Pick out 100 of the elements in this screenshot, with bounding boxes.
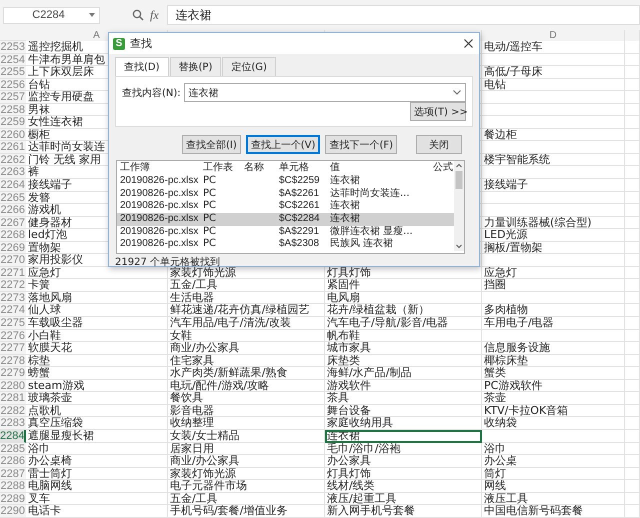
row-header[interactable]: 2287 (0, 468, 26, 480)
row-header[interactable]: 2276 (0, 330, 26, 342)
column-header[interactable]: A (93, 30, 100, 41)
table-cell: 叉车 (26, 492, 168, 506)
table-cell: PC游戏软件 (482, 380, 625, 392)
options-button[interactable]: 选项(T) >> (410, 102, 466, 121)
table-cell: 家庭收纳用具 (325, 417, 482, 430)
tab[interactable]: 定位(G) (222, 57, 276, 76)
dialog-button[interactable]: 关闭 (416, 135, 462, 154)
find-field[interactable]: 连衣裙 (184, 83, 466, 102)
table-cell: 蟹类 (482, 367, 625, 380)
table-cell: LED光源 (482, 229, 625, 242)
row-header[interactable]: 2260 (0, 128, 26, 142)
row-header[interactable]: 2261 (0, 141, 26, 154)
table-cell: 中国电信新号码套餐 (482, 505, 625, 518)
table-cell: 游戏软件 (325, 380, 482, 392)
zoom-icon[interactable] (132, 9, 144, 21)
row-header[interactable]: 2283 (0, 417, 26, 430)
name-box[interactable]: C2284 (3, 6, 100, 24)
table-cell: 棕垫 (26, 354, 168, 368)
close-icon[interactable] (464, 39, 473, 48)
table-cell: 浴巾 (482, 442, 625, 456)
row-header[interactable]: 2282 (0, 404, 26, 418)
table-cell: 线材/线类 (325, 480, 482, 493)
table-cell: 椰棕床垫 (482, 354, 625, 368)
row-header[interactable]: 2290 (0, 505, 26, 518)
table-cell: 住宅家具 (168, 354, 325, 368)
column-header[interactable]: 公式 (430, 161, 454, 175)
row-header[interactable]: 2271 (0, 266, 26, 280)
table-cell: 新入网手机号套餐 (325, 505, 482, 518)
scrollbar[interactable] (454, 161, 464, 251)
row-header[interactable]: 2289 (0, 492, 26, 506)
table-cell: 高低/子母床 (482, 66, 625, 79)
row-header[interactable]: 2266 (0, 204, 26, 217)
row-header[interactable]: 2262 (0, 154, 26, 166)
table-cell: 电话卡 (26, 505, 168, 518)
row-header[interactable]: 2280 (0, 380, 26, 392)
column-header[interactable]: D (549, 30, 557, 41)
table-cell: 五金/工具 (168, 279, 325, 292)
row-header[interactable]: 2253 (0, 41, 26, 54)
row-header[interactable]: 2288 (0, 480, 26, 493)
row-header[interactable]: 2256 (0, 78, 26, 92)
dialog-button[interactable]: 查找下一个(F) (325, 135, 397, 154)
column-header[interactable]: 值 (327, 161, 430, 175)
app-icon: S (113, 38, 125, 50)
table-cell: 汽车电子/导航/影音/电器 (325, 317, 482, 330)
row-header[interactable]: 2275 (0, 317, 26, 330)
row-header[interactable]: 2267 (0, 216, 26, 230)
row-header[interactable]: 2281 (0, 392, 26, 405)
row-header[interactable]: 2263 (0, 166, 26, 180)
table-cell: 水产肉类/新鲜蔬果/熟食 (168, 367, 325, 380)
table-cell: 液压/起重工具 (325, 492, 482, 506)
table-cell: 商业/办公家具 (168, 342, 325, 355)
table-cell: 居家日用 (168, 442, 325, 456)
table-cell: 真空压缩袋 (26, 417, 168, 430)
table-cell: 收纳袋 (482, 417, 625, 430)
row-header[interactable]: 2273 (0, 292, 26, 304)
caret-icon (89, 13, 95, 17)
column-header[interactable]: 工作表 (200, 161, 241, 175)
table-cell: 五金/工具 (168, 492, 325, 506)
table-cell: 花卉/绿植盆栽（新） (325, 304, 482, 318)
table-cell: 挡圈 (482, 279, 625, 292)
dialog-button[interactable]: 查找上一个(V) (246, 135, 320, 154)
row-header[interactable]: 2279 (0, 367, 26, 380)
table-cell: 液压工具 (482, 492, 625, 506)
table-cell: 紧固件 (325, 279, 482, 292)
row-header[interactable]: 2277 (0, 342, 26, 355)
table-cell: 女鞋 (168, 330, 325, 342)
row-header[interactable]: 2272 (0, 279, 26, 292)
table-cell: 收纳整理 (168, 417, 325, 430)
row-header[interactable]: 2265 (0, 192, 26, 204)
column-header[interactable]: 名称 (241, 161, 276, 175)
dialog-button[interactable]: 查找全部(I) (182, 135, 241, 154)
fx-label[interactable]: fx (150, 8, 159, 22)
row-header[interactable]: 2270 (0, 254, 26, 267)
row-header[interactable]: 2257 (0, 91, 26, 104)
column-header[interactable]: 单元格 (276, 161, 327, 175)
table-cell: 灯具灯饰 (325, 468, 482, 480)
tab[interactable]: 替换(P) (170, 57, 222, 76)
formula-input[interactable]: 连衣裙 (166, 5, 640, 25)
row-header[interactable]: 2286 (0, 455, 26, 468)
table-cell: 遮腿显瘦长裙 (26, 430, 168, 442)
table-cell: 电钻 (482, 78, 625, 92)
row-header[interactable]: 2268 (0, 229, 26, 242)
table-cell: 茶具 (325, 392, 482, 405)
row-header[interactable]: 2278 (0, 354, 26, 368)
row-header[interactable]: 2254 (0, 54, 26, 66)
table-cell: 浴巾 (26, 442, 168, 456)
table-cell: 玻璃茶壶 (26, 392, 168, 405)
row-header[interactable]: 2258 (0, 104, 26, 116)
tab[interactable]: 查找(D) (115, 57, 169, 76)
row-header[interactable]: 2285 (0, 442, 26, 456)
row-header[interactable]: 2255 (0, 66, 26, 79)
row-header[interactable]: 2269 (0, 242, 26, 254)
table-cell: 生活电器 (168, 292, 325, 304)
row-header[interactable]: 2284 (0, 430, 26, 442)
row-header[interactable]: 2264 (0, 179, 26, 192)
table-cell: 雷士筒灯 (26, 468, 168, 480)
row-header[interactable]: 2274 (0, 304, 26, 318)
row-header[interactable]: 2259 (0, 116, 26, 129)
